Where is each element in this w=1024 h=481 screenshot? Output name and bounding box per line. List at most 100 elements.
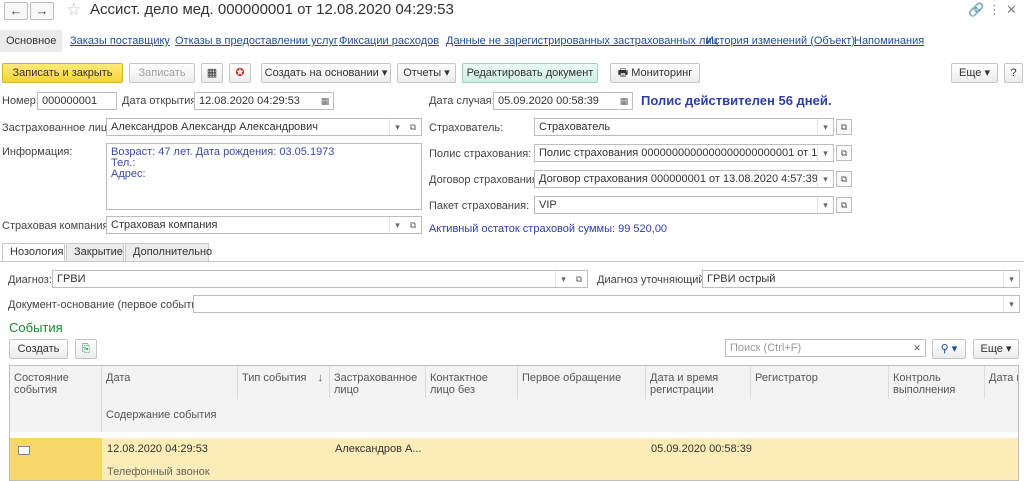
insurer-value: Страхователь <box>539 121 611 133</box>
row-content: Телефонный звонок <box>107 466 210 478</box>
diagnosis-field[interactable]: ГРВИ ▾ ⧉ <box>52 270 588 288</box>
balance-text: Активный остаток страховой суммы: 99 520… <box>429 223 668 235</box>
monitoring-button[interactable]: 🖶 Мониторинг <box>610 63 700 83</box>
contract-field[interactable]: Договор страхования 000000001 от 13.08.2… <box>534 170 834 188</box>
calendar-icon[interactable]: ▦ <box>616 93 632 109</box>
tab-change-history[interactable]: История изменений (Объект) <box>706 35 855 47</box>
forward-button[interactable]: → <box>30 2 54 20</box>
tab-expense-fixations[interactable]: Фиксации расходов <box>339 35 439 47</box>
col-execution-control[interactable]: Контроль выполнения <box>889 366 985 399</box>
row-insured: Александров А... <box>335 443 422 455</box>
open-icon[interactable]: ⧉ <box>836 171 852 187</box>
insurer-field[interactable]: Страхователь ▾ <box>534 118 834 136</box>
dropdown-icon[interactable]: ▾ <box>1003 271 1019 287</box>
dropdown-icon[interactable]: ▾ <box>1003 296 1019 312</box>
open-icon[interactable]: ⧉ <box>836 145 852 161</box>
dropdown-icon[interactable]: ▾ <box>389 217 405 233</box>
events-more-button[interactable]: Еще ▾ <box>973 339 1019 359</box>
chevron-down-icon: ▾ <box>984 67 990 79</box>
info-phone-line: Тел.: <box>111 157 136 169</box>
col-event-type-label: Тип события <box>242 372 307 384</box>
dropdown-icon[interactable]: ▾ <box>817 171 833 187</box>
policy-status: Полис действителен 56 дней. <box>641 93 832 108</box>
subtab-closing[interactable]: Закрытие <box>66 243 124 262</box>
calendar-icon[interactable]: ▦ <box>317 93 333 109</box>
open-icon[interactable]: ⧉ <box>405 217 421 233</box>
events-create-button[interactable]: Создать <box>9 339 68 359</box>
link-icon[interactable]: 🔗 <box>968 2 984 18</box>
dropdown-icon[interactable]: ▾ <box>817 197 833 213</box>
tab-supplier-orders[interactable]: Заказы поставщику <box>70 35 170 47</box>
col-event-type[interactable]: Тип события ↓ <box>238 366 330 399</box>
policy-label: Полис страхования: <box>429 148 532 160</box>
case-date-field[interactable]: 05.09.2020 00:58:39 ▦ <box>493 92 633 110</box>
tab-unregistered-insured[interactable]: Данные не зарегистрированных застрахован… <box>446 35 718 47</box>
print-form-icon[interactable]: ✪ <box>229 63 251 83</box>
dropdown-icon[interactable]: ▾ <box>817 145 833 161</box>
menu-icon[interactable]: ⋮ <box>988 2 1001 18</box>
search-placeholder: Поиск (Ctrl+F) <box>730 342 802 354</box>
tab-main[interactable]: Основное <box>0 30 63 52</box>
base-doc-label: Документ-основание (первое событие): <box>8 299 211 311</box>
info-label: Информация: <box>2 146 73 158</box>
col-execution-date[interactable]: Дата выпо <box>985 366 1018 399</box>
row-state-cell[interactable] <box>10 438 102 480</box>
create-based-on-button[interactable]: Создать на основании ▾ <box>261 63 391 83</box>
package-field[interactable]: VIP ▾ <box>534 196 834 214</box>
more-button[interactable]: Еще ▾ <box>951 63 998 83</box>
package-label: Пакет страхования: <box>429 200 530 212</box>
save-button[interactable]: Записать <box>129 63 195 83</box>
company-field[interactable]: Страховая компания ▾ ⧉ <box>106 216 422 234</box>
edit-document-button[interactable]: Редактировать документ <box>462 63 598 83</box>
info-area: Возраст: 47 лет. Дата рождения: 03.05.19… <box>106 143 422 210</box>
diagnosis-value: ГРВИ <box>57 273 86 285</box>
dropdown-icon[interactable]: ▾ <box>817 119 833 135</box>
open-icon[interactable]: ⧉ <box>836 119 852 135</box>
tab-service-refusals[interactable]: Отказы в предоставлении услуг <box>175 35 338 47</box>
back-button[interactable]: ← <box>4 2 28 20</box>
subtab-additional[interactable]: Дополнительно <box>125 243 212 262</box>
create-based-on-label: Создать на основании <box>264 67 379 79</box>
help-button[interactable]: ? <box>1004 63 1023 83</box>
col-first-contact[interactable]: Первое обращение <box>518 366 646 399</box>
col-contact-person[interactable]: Контактное лицо без контрагента <box>426 366 518 408</box>
close-icon[interactable]: ✕ <box>1006 2 1017 18</box>
col-event-content[interactable]: Содержание события <box>102 399 1018 432</box>
open-icon[interactable]: ⧉ <box>405 119 421 135</box>
col-insured-person[interactable]: Застрахованное лицо <box>330 366 426 399</box>
policy-field[interactable]: Полис страхования 0000000000000000000000… <box>534 144 834 162</box>
sort-arrow-icon: ↓ <box>317 372 324 384</box>
save-and-close-button[interactable]: Записать и закрыть <box>2 63 123 83</box>
more-label: Еще <box>959 67 982 79</box>
number-field[interactable]: 000000001 <box>37 92 117 110</box>
dropdown-icon[interactable]: ▾ <box>389 119 405 135</box>
col-event-state[interactable]: Состояние события <box>10 366 102 432</box>
search-icon[interactable]: ⚲ ▾ <box>932 339 966 359</box>
open-icon[interactable]: ⧉ <box>836 197 852 213</box>
chevron-down-icon: ▾ <box>1005 343 1012 355</box>
export-excel-icon[interactable]: ⎘ <box>75 339 97 359</box>
row-reg-datetime: 05.09.2020 00:58:39 <box>651 443 752 455</box>
number-label: Номер: <box>2 95 39 107</box>
insured-label: Застрахованное лицо: <box>2 122 117 134</box>
dropdown-icon[interactable]: ▾ <box>555 271 571 287</box>
structure-icon[interactable]: ▦ <box>201 63 223 83</box>
col-date[interactable]: Дата <box>102 366 238 399</box>
open-date-field[interactable]: 12.08.2020 04:29:53 ▦ <box>194 92 334 110</box>
open-icon[interactable]: ⧉ <box>571 271 587 287</box>
insured-field[interactable]: Александров Александр Александрович ▾ ⧉ <box>106 118 422 136</box>
case-date-label: Дата случая: <box>429 95 495 107</box>
diag-spec-label: Диагноз уточняющий: <box>597 274 708 286</box>
diag-spec-field[interactable]: ГРВИ острый ▾ <box>702 270 1020 288</box>
subtab-divider <box>0 261 1024 262</box>
clear-icon[interactable]: ✕ <box>909 340 925 356</box>
col-reg-datetime[interactable]: Дата и время регистрации <box>646 366 751 399</box>
tab-reminders[interactable]: Напоминания <box>854 35 924 47</box>
window-title: Ассист. дело мед. 000000001 от 12.08.202… <box>90 1 454 18</box>
base-doc-field[interactable]: ▾ <box>193 295 1020 313</box>
events-search-input[interactable]: Поиск (Ctrl+F) ✕ <box>725 339 926 357</box>
reports-button[interactable]: Отчеты ▾ <box>397 63 456 83</box>
subtab-nosology[interactable]: Нозология <box>2 243 65 262</box>
favorite-star-icon[interactable]: ☆ <box>66 0 81 20</box>
col-registrar[interactable]: Регистратор <box>751 366 889 399</box>
